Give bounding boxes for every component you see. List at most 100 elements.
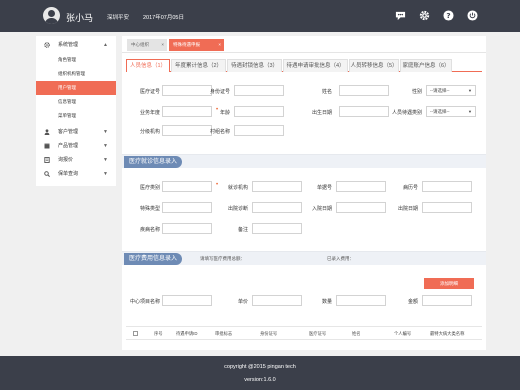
label-item-name: 中心项目名称: [129, 299, 160, 305]
power-icon[interactable]: [467, 10, 478, 21]
bed-no-input[interactable]: [422, 181, 472, 192]
help-icon[interactable]: ?: [443, 10, 454, 21]
tab-special-claim[interactable]: 特殊待遇申报 ×: [169, 39, 224, 51]
label-diagnosis: 出院诊断: [227, 206, 248, 212]
col-index: 序号: [154, 331, 163, 336]
tab-person-info[interactable]: 人员信息（1）: [126, 59, 170, 72]
section-medical-fee: 医疗费用信息录入 请填写医疗费用总额： 已录入费用：: [122, 251, 486, 265]
item-name-input[interactable]: [162, 295, 212, 306]
sidebar-group-customer[interactable]: 客户管理 ▼: [36, 125, 116, 139]
footer: copyright @2015 pingan tech version:1.6.…: [0, 356, 520, 390]
sidebar-item-roles[interactable]: 角色管理: [36, 53, 116, 67]
label-price: 单价: [237, 299, 248, 305]
box-icon: [44, 143, 50, 149]
sidebar: 系统管理 ▲ 角色管理 组织机构管理 用户管理 信息管理 菜单管理 客户管理 ▼…: [36, 36, 116, 186]
tab-yearly-total[interactable]: 年度累计信息（2）: [171, 59, 226, 72]
sidebar-item-org[interactable]: 组织机构管理: [36, 67, 116, 81]
tab-center-org[interactable]: 中心组织 ×: [127, 39, 167, 51]
tab-family-account[interactable]: 家庭账户信息（6）: [400, 59, 452, 72]
label-birth-date: 出生日期: [311, 110, 332, 116]
chevron-up-icon: ▲: [103, 42, 108, 48]
label-bed-no: 病历号: [402, 185, 418, 191]
svg-text:?: ?: [446, 11, 450, 20]
disease-input[interactable]: [162, 223, 212, 234]
label-special: 特殊类型: [139, 206, 160, 212]
sidebar-group-product[interactable]: 产品管理 ▼: [36, 139, 116, 153]
fee-total-prompt: 请填写医疗费用总额：: [200, 256, 245, 261]
top-header: 张小马 深圳平安 2017年07月05日 ?: [0, 0, 520, 32]
tab-transfer-info[interactable]: 人员转移信息（5）: [349, 59, 399, 72]
section-title: 医疗费用信息录入: [124, 253, 183, 265]
search-icon: [44, 171, 50, 177]
version-text: version:1.6.0: [244, 377, 276, 383]
label-remark: 备注: [237, 227, 248, 233]
caret-down-icon: ▼: [468, 88, 472, 93]
username: 张小马: [66, 13, 94, 23]
col-medical-no: 医疗证号: [309, 331, 327, 336]
company-name: 深圳平安: [107, 15, 130, 21]
age-input[interactable]: [234, 106, 284, 117]
med-type-input[interactable]: [162, 181, 212, 192]
user-icon: [44, 129, 50, 135]
col-approval: 审批标志: [215, 331, 233, 336]
close-icon[interactable]: ×: [218, 39, 221, 51]
fee-entered-label: 已录入费用：: [327, 256, 354, 261]
col-name: 姓名: [352, 331, 361, 336]
label-qty: 数量: [321, 299, 332, 305]
label-name: 姓名: [321, 89, 332, 95]
header-date: 2017年07月05日: [143, 15, 184, 21]
add-detail-button[interactable]: 添加明细: [424, 278, 474, 289]
village-input[interactable]: [234, 125, 284, 136]
chevron-down-icon: ▼: [103, 143, 108, 149]
gear-icon: [44, 42, 50, 48]
label-medical-no: 医疗证号: [139, 89, 160, 95]
col-person-no: 个人编号: [394, 331, 412, 336]
tab-approval-info[interactable]: 待遇申请审批信息（4）: [283, 59, 348, 72]
chevron-down-icon: ▼: [103, 171, 108, 177]
page-tab-bar: 中心组织 × 特殊待遇申报 ×: [122, 36, 486, 53]
label-out-date: 出院日期: [397, 206, 418, 212]
sidebar-group-quote[interactable]: 询报价 ▼: [36, 153, 116, 167]
col-id-no: 身份证号: [260, 331, 278, 336]
label-doc-no: 单据号: [316, 185, 332, 191]
section-title: 医疗就诊信息录入: [124, 156, 183, 168]
select-all-checkbox[interactable]: [133, 331, 138, 336]
amount-input[interactable]: [422, 295, 472, 306]
out-date-input[interactable]: [422, 202, 472, 213]
label-person-type: 人员待遇类别: [391, 110, 422, 116]
label-med-type: 医疗类别: [139, 185, 160, 191]
label-id-no: 身份证号: [209, 89, 230, 95]
gear-icon[interactable]: [419, 10, 430, 21]
special-input[interactable]: [162, 202, 212, 213]
sidebar-group-policy[interactable]: 保单查询 ▼: [36, 167, 116, 181]
avatar[interactable]: [43, 7, 60, 24]
copyright-text: copyright @2015 pingan tech: [224, 364, 296, 370]
main-panel: 中心组织 × 特殊待遇申报 × 人员信息（1） 年度累计信息（2） 待遇封锁信息…: [122, 36, 486, 350]
label-disease: 疾病名称: [139, 227, 160, 233]
person-type-select[interactable]: --请选择-- ▼: [426, 106, 476, 117]
label-gender: 性别: [411, 89, 422, 95]
id-no-input[interactable]: [234, 85, 284, 96]
gender-select[interactable]: --请选择-- ▼: [426, 85, 476, 96]
chevron-down-icon: ▼: [103, 157, 108, 163]
tab-block-info[interactable]: 待遇封锁信息（3）: [227, 59, 282, 72]
close-icon[interactable]: ×: [161, 39, 164, 51]
label-village: 村组名称: [209, 129, 230, 135]
sidebar-group-system[interactable]: 系统管理 ▲: [36, 38, 116, 52]
remark-input[interactable]: [252, 223, 302, 234]
label-in-date: 入院日期: [311, 206, 332, 212]
fee-table-header: 序号 待遇申请ID 审批标志 身份证号 医疗证号 姓名 个人编号 最特大病大类名…: [126, 326, 482, 340]
sidebar-item-users[interactable]: 用户管理: [36, 81, 116, 95]
label-branch: 分级机构: [139, 129, 160, 135]
info-tab-bar: 人员信息（1） 年度累计信息（2） 待遇封锁信息（3） 待遇申请审批信息（4） …: [126, 59, 482, 72]
sidebar-item-info[interactable]: 信息管理: [36, 95, 116, 109]
label-biz-year: 业务年度: [139, 110, 160, 116]
label-amount: 金额: [407, 299, 418, 305]
col-disease-category: 最特大病大类名称: [430, 331, 465, 336]
chevron-down-icon: ▼: [103, 129, 108, 135]
label-hospital: 就诊机构: [227, 185, 248, 191]
col-claim-id: 待遇申请ID: [176, 331, 198, 336]
quote-icon: [44, 157, 50, 163]
sidebar-item-menu[interactable]: 菜单管理: [36, 109, 116, 123]
chat-icon[interactable]: [395, 10, 406, 21]
